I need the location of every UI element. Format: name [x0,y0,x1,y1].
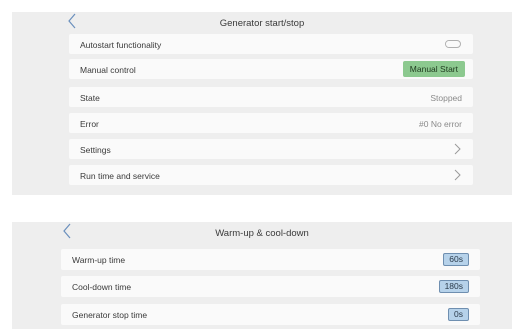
row-label: Settings [80,145,111,155]
row-label: Error [80,119,99,129]
error-value: #0 No error [419,119,462,129]
warmup-cooldown-panel: Warm-up & cool-down Warm-up time 60s Coo… [12,222,512,329]
state-value: Stopped [430,93,462,103]
row-label: Manual control [80,65,136,75]
generator-stop-time-value[interactable]: 0s [448,308,469,321]
cooldown-time-value[interactable]: 180s [438,280,469,293]
autostart-row[interactable]: Autostart functionality [69,34,473,54]
toggle-switch-icon [446,41,452,47]
row-label: Generator stop time [72,310,148,320]
panel-header: Warm-up & cool-down [12,222,512,244]
row-label: Autostart functionality [80,40,162,50]
settings-row[interactable]: Settings [69,139,473,159]
warmup-time-value[interactable]: 60s [443,253,469,266]
state-row: State Stopped [69,87,473,107]
row-label: Run time and service [80,171,160,181]
row-label: State [80,93,100,103]
manual-start-button[interactable]: Manual Start [402,61,465,77]
generator-start-stop-panel: Generator start/stop Autostart functiona… [12,12,512,195]
panel-header: Generator start/stop [12,12,512,34]
row-label: Cool-down time [72,282,132,292]
row-label: Warm-up time [72,255,126,265]
error-row: Error #0 No error [69,113,473,133]
generator-stop-time-row: Generator stop time 0s [61,304,480,325]
page-title: Warm-up & cool-down [215,228,309,239]
chevron-right-icon [454,143,461,155]
chevron-right-icon [454,169,461,181]
manual-control-row: Manual control Manual Start [69,59,473,79]
autostart-toggle[interactable] [445,40,461,48]
cooldown-time-row: Cool-down time 180s [61,276,480,297]
run-time-service-row[interactable]: Run time and service [69,165,473,185]
warmup-time-row: Warm-up time 60s [61,249,480,270]
page-title: Generator start/stop [219,18,305,29]
